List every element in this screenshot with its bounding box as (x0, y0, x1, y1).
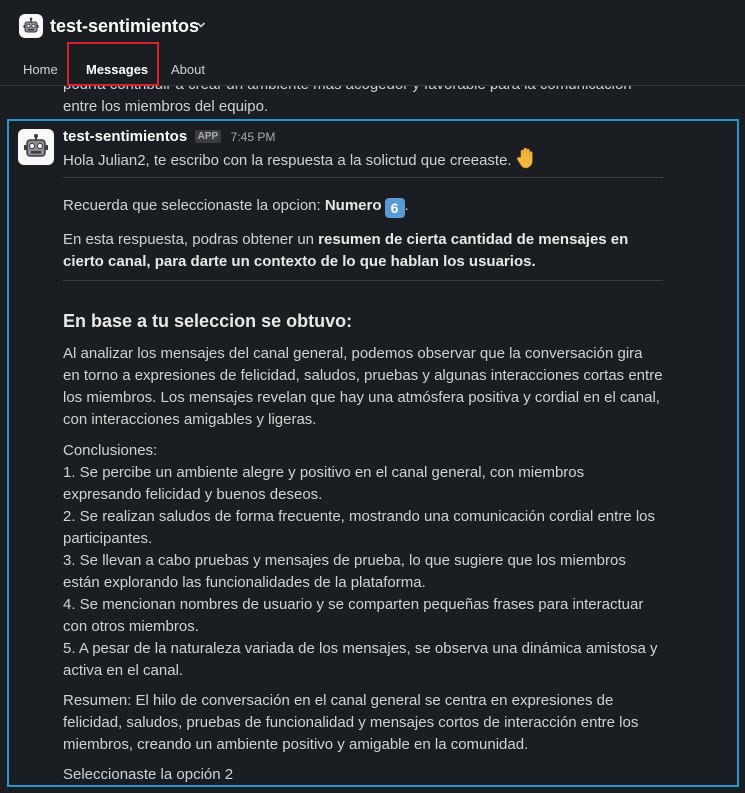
robot-icon (24, 134, 48, 157)
tab-home[interactable]: Home (23, 62, 58, 78)
greeting-text: Hola Julian2, te escribo con la respuest… (63, 147, 663, 176)
conclusions-title: Conclusiones: (63, 442, 158, 459)
tab-about[interactable]: About (171, 62, 205, 78)
raised-hand-icon (516, 147, 536, 176)
keycap-six-icon: 6 (384, 198, 405, 218)
channel-header: test-sentimientos Home Messages About (0, 0, 745, 86)
avatar[interactable] (18, 129, 54, 165)
message-timestamp[interactable]: 7:45 PM (231, 130, 276, 144)
description-text: En esta respuesta, podras obtener un res… (63, 231, 629, 270)
sender-name[interactable]: test-sentimientos (63, 128, 187, 145)
divider (63, 177, 663, 178)
previous-message-text: podría contribuir a crear un ambiente má… (63, 86, 632, 115)
conclusion-item: 1. Se percibe un ambiente alegre y posit… (63, 464, 585, 503)
result-heading: En base a tu seleccion se obtuvo: (63, 311, 353, 331)
annotation-highlight-box (67, 42, 159, 86)
conclusion-item: 4. Se mencionan nombres de usuario y se … (63, 596, 644, 635)
footer-text: Seleccionaste la opción 2 (63, 766, 234, 783)
analysis-text: Al analizar los mensajes del canal gener… (63, 345, 663, 428)
divider (63, 280, 663, 281)
conclusion-item: 2. Se realizan saludos de forma frecuent… (63, 508, 655, 547)
option-text: Recuerda que seleccionaste la opcion: Nu… (63, 197, 409, 218)
message-header: test-sentimientos APP 7:45 PM (63, 127, 275, 147)
conclusion-item: 3. Se llevan a cabo pruebas y mensajes d… (63, 552, 626, 591)
app-badge: APP (194, 130, 222, 143)
summary-text: Resumen: El hilo de conversación en el c… (63, 692, 639, 753)
robot-icon[interactable] (19, 14, 43, 38)
conclusion-item: 5. A pesar de la naturaleza variada de l… (63, 640, 658, 679)
chevron-down-icon[interactable] (196, 16, 206, 36)
app-title[interactable]: test-sentimientos (50, 14, 199, 38)
